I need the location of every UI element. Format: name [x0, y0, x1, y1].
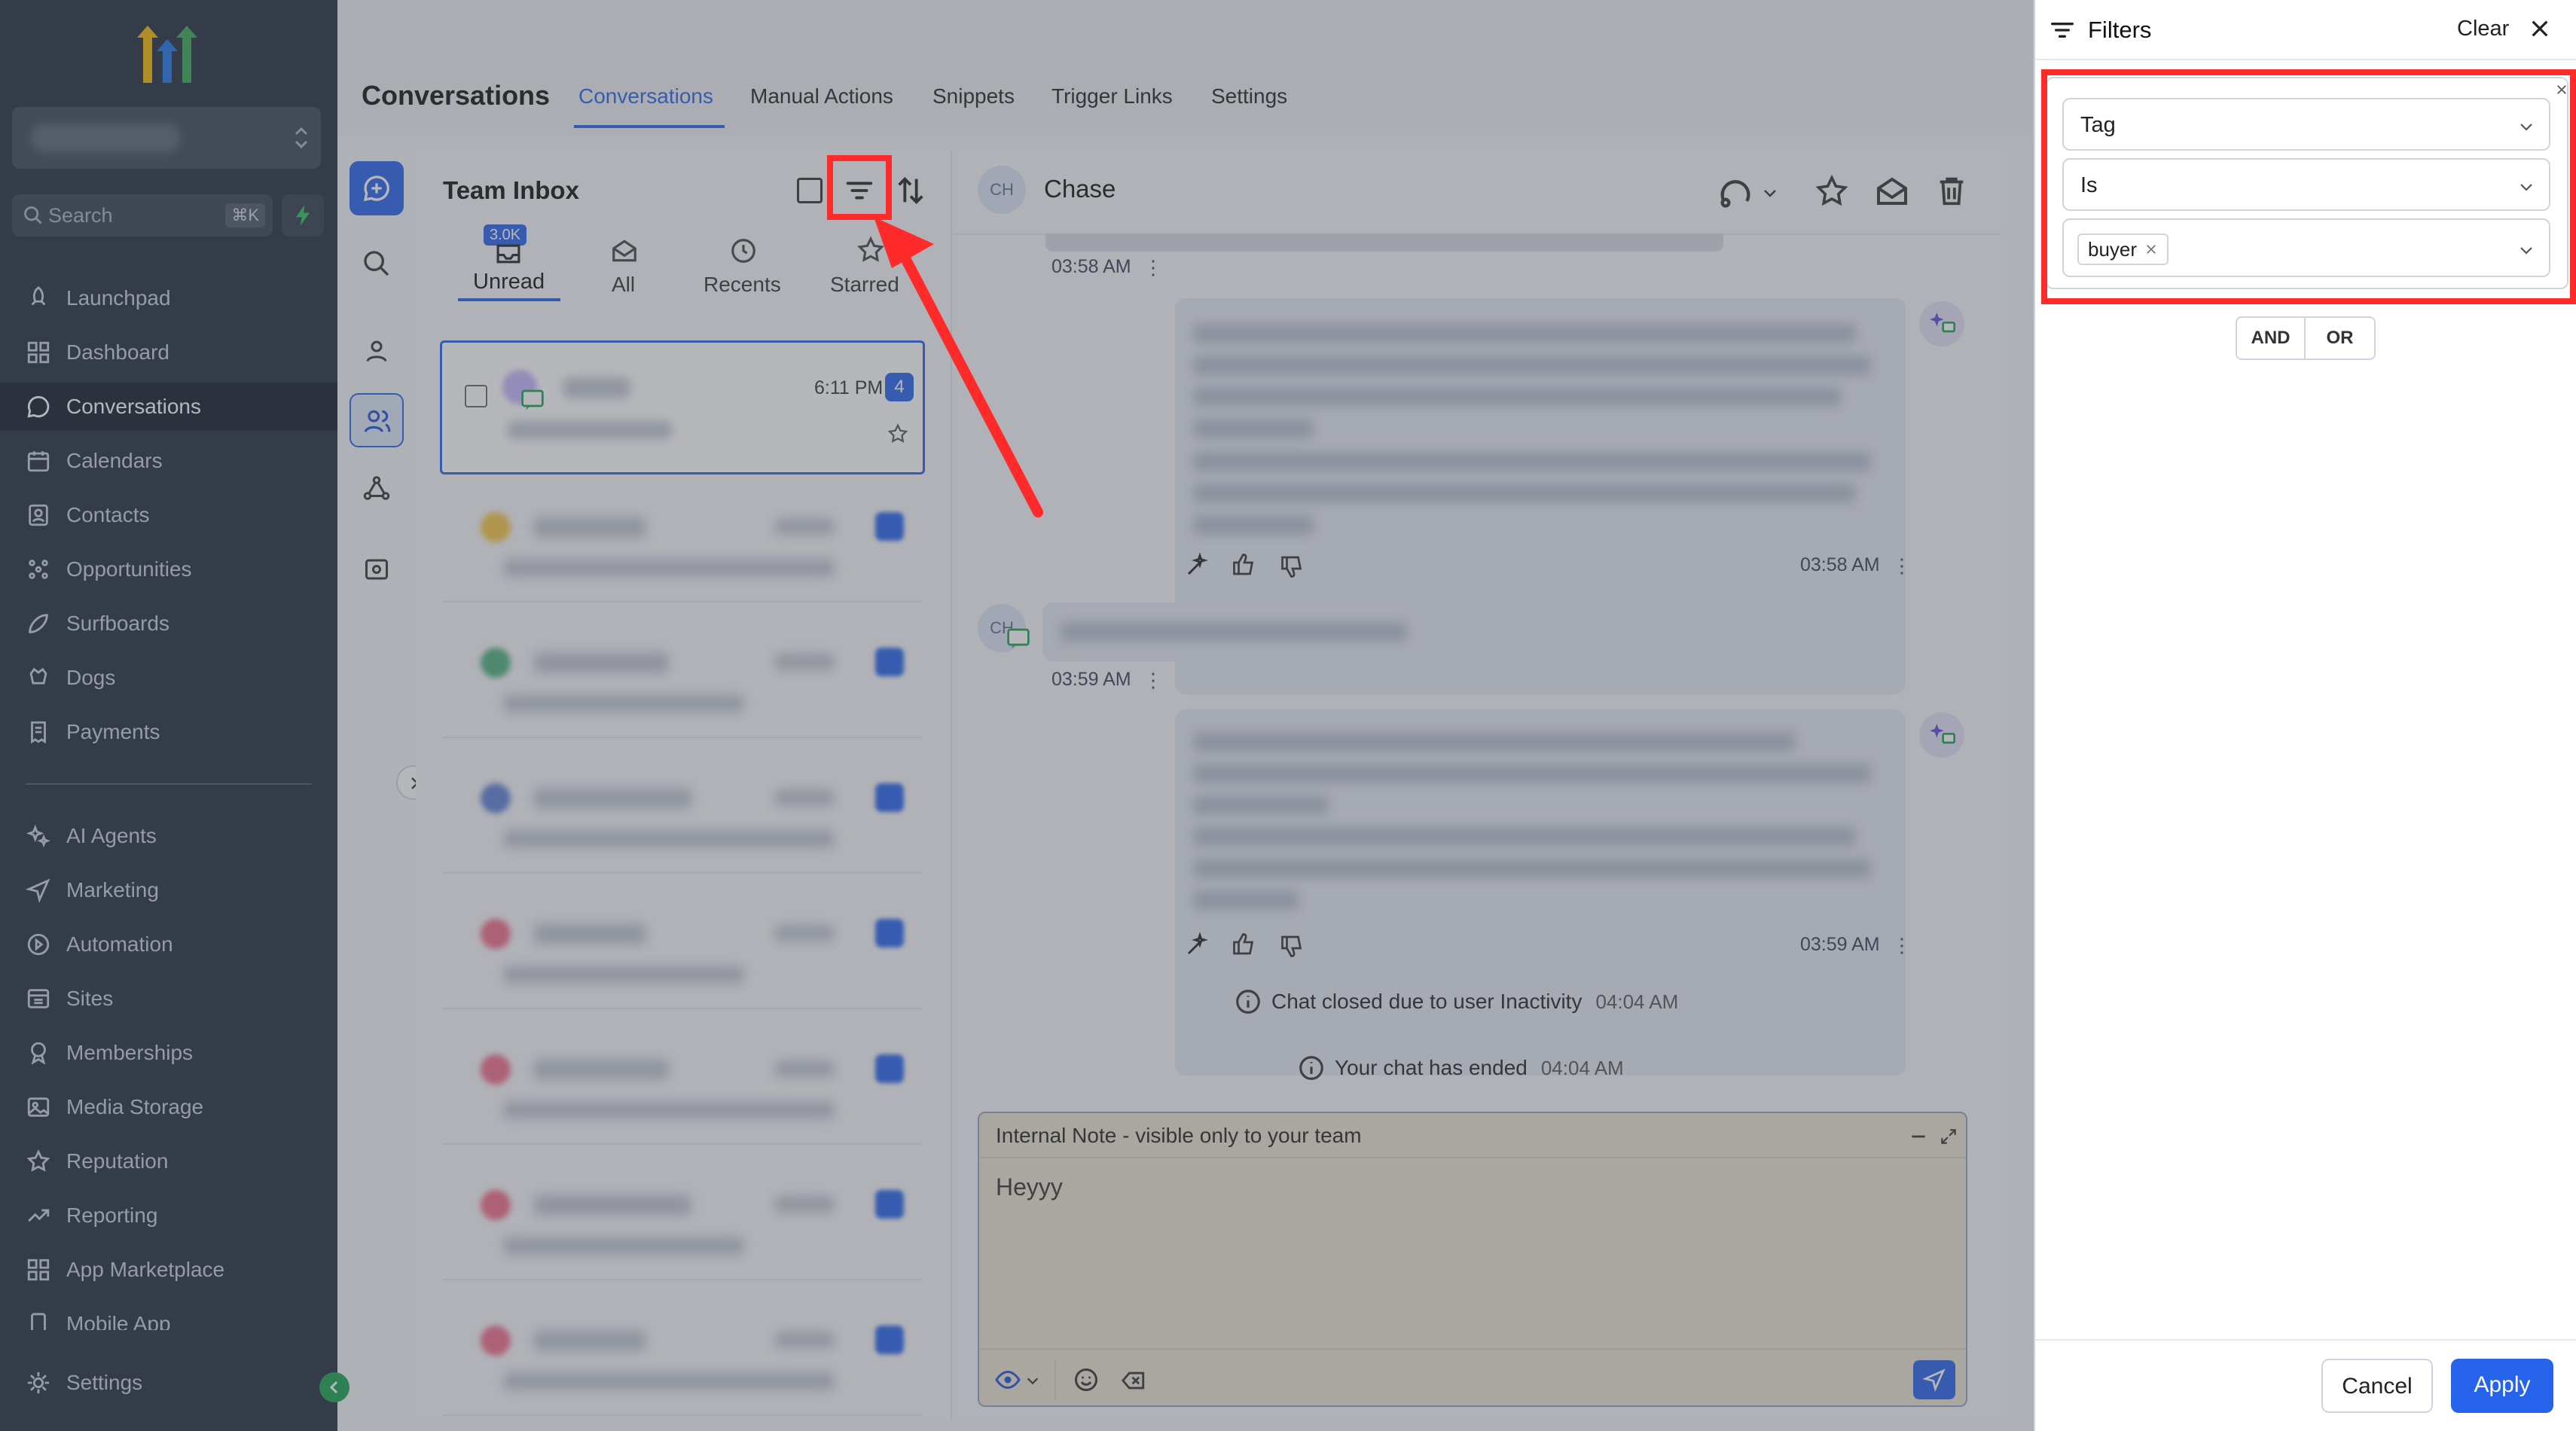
cancel-button[interactable]: Cancel — [2321, 1359, 2433, 1413]
logic-toggle: AND OR — [2236, 316, 2376, 360]
and-button[interactable]: AND — [2237, 318, 2306, 359]
filters-drawer: Filters Clear Tag Is buyer AND OR Cancel… — [2034, 0, 2576, 1431]
drawer-title: Filters — [2088, 17, 2152, 43]
highlight-box-filter-group — [2041, 69, 2576, 304]
filter-lines-icon — [2051, 23, 2074, 38]
or-button[interactable]: OR — [2306, 318, 2374, 359]
annotation-arrow-icon — [874, 217, 1043, 517]
close-icon[interactable] — [2528, 17, 2552, 41]
apply-button[interactable]: Apply — [2451, 1359, 2553, 1413]
clear-filters-link[interactable]: Clear — [2457, 17, 2509, 41]
